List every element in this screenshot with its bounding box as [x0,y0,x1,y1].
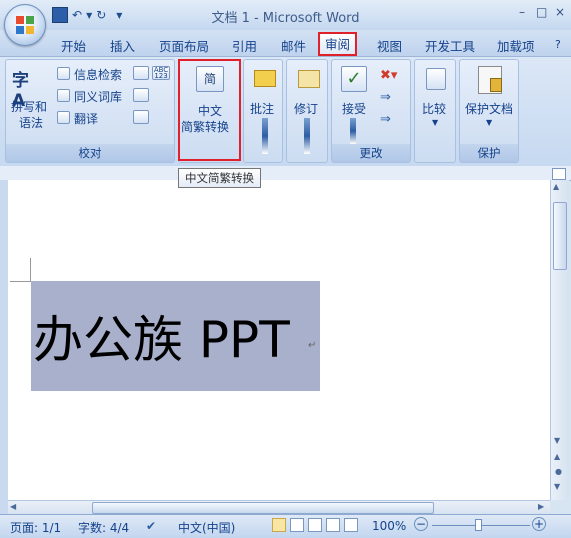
margin-marker-h [10,281,30,282]
track-changes-button[interactable]: 修订 [294,100,318,117]
reject-icon[interactable]: ✖▾ [380,68,397,83]
web-layout-icon[interactable] [308,518,322,532]
print-layout-icon[interactable] [272,518,286,532]
group-compare: 比较 ▼ [414,59,456,163]
zoom-in-button[interactable]: + [532,517,546,531]
spelling-label-2[interactable]: 语法 [19,114,43,131]
word-count[interactable]: 字数: 4/4 [78,519,129,536]
track-changes-icon [298,70,320,88]
draft-view-icon[interactable] [344,518,358,532]
tab-page-layout[interactable]: 页面布局 [159,36,209,55]
window-title: 文档 1 - Microsoft Word [211,11,360,26]
group-protect: 保护文档 ▼ 保护 [459,59,519,163]
scroll-left-icon[interactable]: ◀ [10,502,16,511]
group-proofing: 字A 拼写和 语法 信息检索 同义词库 翻译 ABC 123 校对 [5,59,175,163]
office-button[interactable] [4,4,46,46]
group-comments: 批注 [243,59,283,163]
horizontal-scroll-thumb[interactable] [92,502,434,514]
group-changes-label: 更改 [332,144,410,162]
group-proofing-label: 校对 [6,144,174,162]
office-logo-icon [16,16,34,34]
comment-icon [254,70,276,87]
thesaurus-icon [57,89,70,102]
scroll-down-icon[interactable]: ▼ [554,436,560,445]
ruler-bar [0,166,571,181]
group-changes: ✓ 接受 ✖▾ ⇒ ⇒ 更改 [331,59,411,163]
protect-document-button[interactable]: 保护文档 [465,100,513,117]
spelling-icon: 字A [12,71,29,111]
tooltip: 中文简繁转换 [178,168,261,188]
tab-addins[interactable]: 加载项 [497,36,535,55]
compare-icon [426,68,446,90]
accept-button[interactable]: 接受 [342,100,366,117]
vertical-scroll-thumb[interactable] [553,202,567,270]
prev-page-icon[interactable]: ▲ [554,452,560,461]
browse-object-icon[interactable]: ● [555,467,562,476]
thesaurus-button[interactable]: 同义词库 [74,88,122,105]
page-count[interactable]: 页面: 1/1 [10,519,61,536]
close-button[interactable]: × [555,5,565,19]
comments-button[interactable]: 批注 [250,100,274,117]
zoom-level[interactable]: 100% [372,519,406,533]
scroll-up-icon[interactable]: ▲ [553,182,559,191]
accept-scroll-icon [350,118,356,144]
tab-review[interactable]: 审阅 [318,32,358,56]
group-tracking: 修订 [286,59,328,163]
tab-mailings[interactable]: 邮件 [281,36,306,55]
proofing-status-icon[interactable]: ✔ [146,519,156,533]
tab-references[interactable]: 引用 [232,36,257,55]
maximize-button[interactable]: □ [536,5,547,19]
document-text[interactable]: 办公族 PPT [33,300,290,372]
translate-icon [57,111,70,124]
accept-icon: ✓ [341,66,367,92]
help-icon[interactable]: ? [555,38,561,51]
spelling-label-1[interactable]: 拼写和 [11,98,47,115]
research-button[interactable]: 信息检索 [74,66,122,83]
vertical-scrollbar[interactable]: ▲ ▼ ▲ ● ▼ [550,180,569,500]
paragraph-mark: ↵ [308,340,317,351]
next-page-icon[interactable]: ▼ [554,482,560,491]
set-language-icon[interactable] [133,66,149,80]
comments-scroll-icon [262,118,268,154]
lock-icon [490,78,502,92]
document-left-edge [0,180,8,514]
tab-home[interactable]: 开始 [61,36,86,55]
ruler-toggle-icon[interactable] [552,168,566,180]
protect-dropdown-icon[interactable]: ▼ [486,118,492,127]
highlight-box-chinese-convert [178,59,241,161]
scroll-right-icon[interactable]: ▶ [538,502,544,511]
margin-marker [30,258,31,282]
previous-change-icon[interactable]: ⇒ [380,90,391,105]
ribbon-tabs: 开始 插入 页面布局 引用 邮件 审阅 视图 开发工具 加载项 ? [0,30,571,56]
ribbon: 字A 拼写和 语法 信息检索 同义词库 翻译 ABC 123 校对 简 中文 简… [0,56,571,167]
research-icon [57,67,70,80]
group-protect-label: 保护 [460,144,518,162]
compare-dropdown-icon[interactable]: ▼ [432,118,438,127]
tracking-scroll-icon [304,118,310,154]
horizontal-scrollbar[interactable]: ◀ ▶ [8,500,550,515]
language-status[interactable]: 中文(中国) [178,519,235,536]
full-screen-reading-icon[interactable] [290,518,304,532]
minimize-button[interactable]: – [519,5,525,19]
tab-view[interactable]: 视图 [377,36,402,55]
compare-button[interactable]: 比较 [422,100,446,117]
zoom-out-button[interactable]: − [414,517,428,531]
outline-view-icon[interactable] [326,518,340,532]
translate-button[interactable]: 翻译 [74,110,98,127]
tab-insert[interactable]: 插入 [110,36,135,55]
zoom-slider-thumb[interactable] [475,519,482,531]
tab-developer[interactable]: 开发工具 [425,36,475,55]
next-change-icon[interactable]: ⇒ [380,112,391,127]
status-bar: 页面: 1/1 字数: 4/4 ✔ 中文(中国) 100% − + [0,514,571,538]
translate-pack-icon[interactable] [133,110,149,124]
word-count-icon[interactable]: ABC 123 [152,66,170,80]
translation-tooltip-icon[interactable] [133,88,149,102]
